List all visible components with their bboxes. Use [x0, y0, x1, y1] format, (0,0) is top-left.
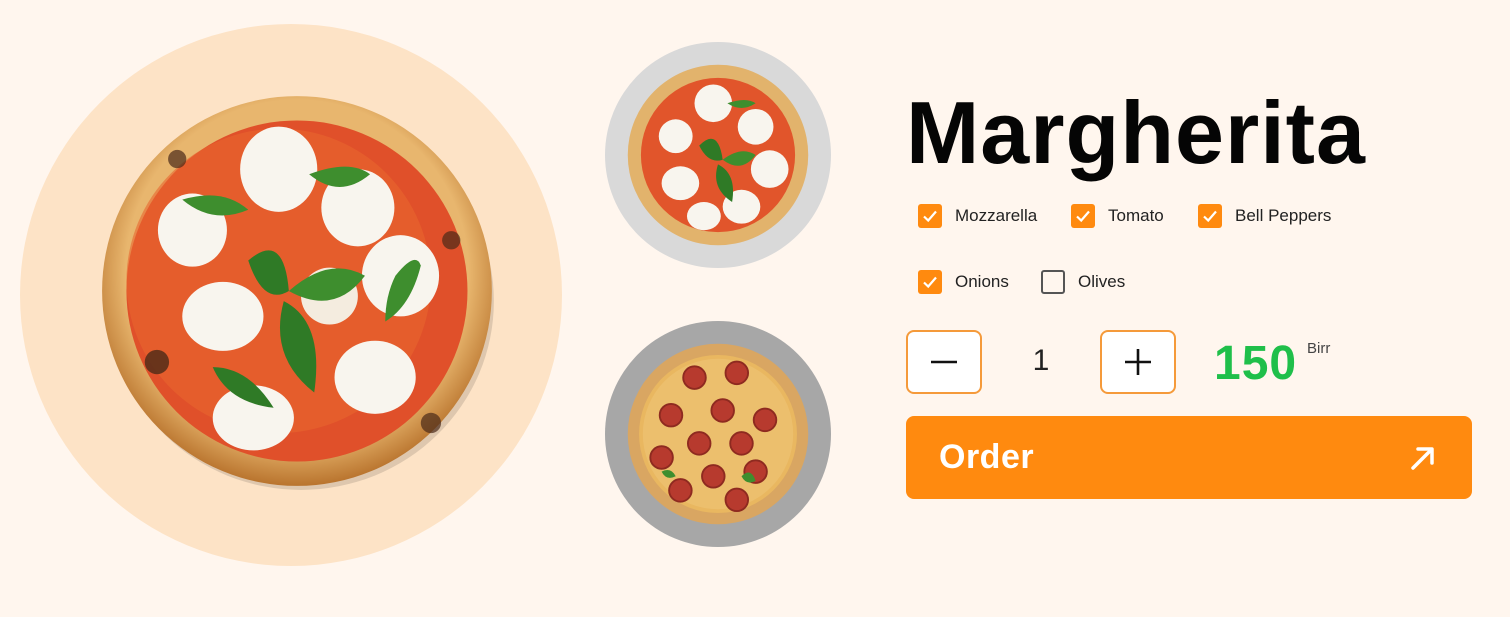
product-title: Margherita [906, 83, 1366, 182]
hero-pizza-image [102, 96, 494, 490]
topping-label: Mozzarella [955, 206, 1038, 225]
arrow-up-right-icon [1411, 446, 1434, 470]
checkbox-checked-icon[interactable] [1071, 204, 1095, 228]
checkbox-checked-icon[interactable] [918, 270, 942, 294]
topping-mozzarella[interactable]: Mozzarella [918, 204, 1037, 228]
topping-olives[interactable]: Olives [1041, 270, 1125, 294]
pepperoni-pizza-image [627, 343, 809, 525]
topping-label: Olives [1078, 272, 1126, 291]
topping-bell-peppers[interactable]: Bell Peppers [1198, 204, 1331, 228]
quantity-value: 1 [1032, 344, 1050, 377]
increase-quantity-button[interactable] [1100, 330, 1176, 394]
decrease-quantity-button[interactable] [906, 330, 982, 394]
margherita-pizza-image [627, 64, 809, 246]
topping-label: Tomato [1108, 206, 1164, 225]
topping-onions[interactable]: Onions [918, 270, 1009, 294]
checkbox-checked-icon[interactable] [918, 204, 942, 228]
margherita-thumbnail[interactable] [605, 42, 831, 268]
price-currency: Birr [1307, 340, 1331, 357]
pepperoni-thumbnail[interactable] [605, 321, 831, 547]
topping-label: Onions [955, 272, 1009, 291]
minus-icon [931, 360, 957, 364]
checkbox-checked-icon[interactable] [1198, 204, 1222, 228]
toppings-group: Mozzarella Tomato Bell Peppers Onions Ol… [918, 204, 1438, 304]
topping-label: Bell Peppers [1235, 206, 1332, 225]
price-value: 150 [1214, 337, 1298, 390]
plus-icon [1125, 349, 1151, 375]
order-button-label: Order [939, 438, 1035, 476]
checkbox-unchecked-icon[interactable] [1041, 270, 1065, 294]
order-button[interactable]: Order [906, 416, 1472, 499]
topping-tomato[interactable]: Tomato [1071, 204, 1164, 228]
